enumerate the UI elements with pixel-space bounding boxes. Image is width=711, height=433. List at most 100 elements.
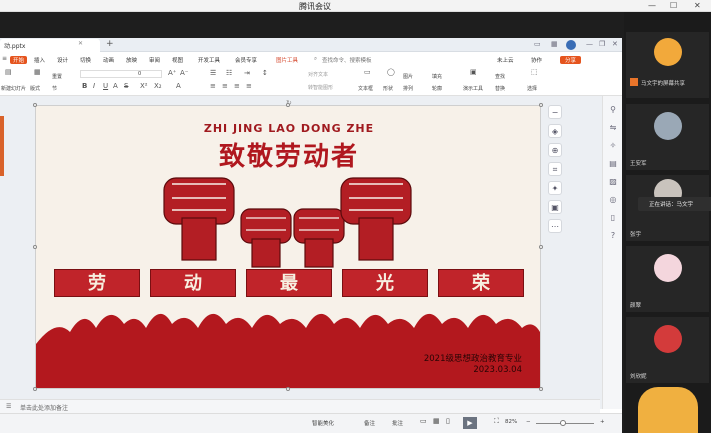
apps-grid-icon[interactable]: ▦: [551, 40, 558, 48]
pin-icon[interactable]: ⚲: [603, 105, 623, 114]
layout-switch-icon[interactable]: ▭: [534, 40, 541, 48]
tab-insert[interactable]: 插入: [34, 56, 45, 64]
underline-icon[interactable]: U: [103, 82, 108, 90]
shape-icon[interactable]: ◯: [387, 68, 395, 76]
arrange-button[interactable]: 排列: [403, 85, 413, 92]
font-size-value[interactable]: 0: [138, 71, 141, 77]
location-icon[interactable]: ◎: [603, 195, 623, 204]
new-tab-icon[interactable]: +: [106, 39, 114, 49]
selection-handle[interactable]: [539, 387, 543, 391]
text-effect-icon[interactable]: A: [176, 82, 181, 90]
collapse-icon[interactable]: −: [548, 105, 562, 119]
slide-thumbnail-current[interactable]: [0, 116, 4, 176]
share-button[interactable]: 分享: [560, 56, 582, 64]
fill-button[interactable]: 填充: [432, 73, 442, 80]
participant-tile[interactable]: 颜翠: [626, 246, 709, 312]
adjust-icon[interactable]: ⇋: [603, 123, 623, 132]
magic-icon[interactable]: ✧: [603, 141, 623, 150]
justify-icon[interactable]: ≡: [246, 82, 252, 90]
subscript-icon[interactable]: X₂: [154, 82, 162, 90]
file-tab[interactable]: 动.pptx ✕: [0, 39, 100, 52]
cloud-status[interactable]: 未上云: [497, 56, 514, 64]
tab-view[interactable]: 视图: [172, 56, 183, 64]
zoom-icon[interactable]: ⊕: [548, 143, 562, 157]
selection-handle[interactable]: [33, 387, 37, 391]
fit-icon[interactable]: ⛶: [494, 417, 499, 426]
layers-icon[interactable]: ◈: [548, 124, 562, 138]
menu-icon[interactable]: ≡: [2, 55, 7, 62]
replace-button[interactable]: 替换: [495, 85, 505, 92]
image-icon[interactable]: ▨: [603, 177, 623, 186]
crop-icon[interactable]: ⌗: [548, 162, 562, 176]
numbering-icon[interactable]: ☷: [226, 69, 232, 77]
layout-icon[interactable]: ▦: [34, 68, 41, 76]
line-spacing-icon[interactable]: ↕: [262, 69, 268, 77]
participant-tile[interactable]: 马文宇的屏幕共享: [626, 32, 709, 98]
align-text-button[interactable]: 对齐文本: [308, 71, 328, 78]
tab-developer[interactable]: 开发工具: [198, 56, 220, 64]
font-family-select[interactable]: [80, 70, 162, 78]
zoom-in-icon[interactable]: +: [600, 419, 605, 425]
help-icon[interactable]: ?: [603, 231, 623, 240]
reading-view-icon[interactable]: ▯: [446, 417, 450, 425]
align-center-icon[interactable]: ≡: [222, 82, 228, 90]
participant-tile[interactable]: 刘欣妮: [626, 317, 709, 383]
collab-button[interactable]: 协作: [531, 56, 542, 64]
notes-toggle-button[interactable]: 备注: [364, 419, 375, 427]
select-button[interactable]: 选择: [527, 85, 537, 92]
participant-tile[interactable]: 王安军: [626, 104, 709, 170]
reset-button[interactable]: 重置: [52, 73, 62, 80]
layout-button[interactable]: 版式: [30, 85, 40, 92]
restore-icon[interactable]: ❐: [599, 40, 605, 48]
tab-slideshow[interactable]: 放映: [126, 56, 137, 64]
tab-review[interactable]: 审阅: [149, 56, 160, 64]
find-button[interactable]: 查找: [495, 73, 505, 80]
picture-button[interactable]: 图片: [403, 73, 413, 80]
to-smartart-button[interactable]: 转智能图形: [308, 84, 333, 91]
minimize-window-icon[interactable]: —: [648, 1, 656, 10]
notes-pane[interactable]: ☰ 单击此处添加备注: [0, 399, 600, 413]
normal-view-icon[interactable]: ▭: [420, 417, 427, 425]
tab-picture-tools[interactable]: 图片工具: [276, 56, 298, 64]
idea-icon[interactable]: ✦: [548, 181, 562, 195]
text-box-button[interactable]: 文本框: [358, 85, 373, 92]
tab-member[interactable]: 会员专享: [235, 56, 257, 64]
align-right-icon[interactable]: ≡: [234, 82, 240, 90]
slide-canvas[interactable]: ZHI JING LAO DONG ZHE 致敬劳动者 劳 动 最 光 荣 20…: [35, 105, 541, 389]
selection-handle[interactable]: [539, 103, 543, 107]
selection-handle[interactable]: [539, 245, 543, 249]
selection-handle[interactable]: [33, 245, 37, 249]
close-tab-icon[interactable]: ✕: [78, 40, 83, 47]
tab-animation[interactable]: 动画: [103, 56, 114, 64]
select-icon[interactable]: ⬚: [531, 68, 538, 76]
presenter-icon[interactable]: ▣: [470, 68, 477, 76]
strikethrough-icon[interactable]: S: [124, 82, 128, 90]
section-button[interactable]: 节: [52, 85, 57, 92]
bullets-icon[interactable]: ☰: [210, 69, 216, 77]
picture-edit-icon[interactable]: ▣: [548, 200, 562, 214]
comments-button[interactable]: 批注: [392, 419, 403, 427]
close-window-icon[interactable]: ✕: [694, 1, 701, 10]
selection-handle[interactable]: [33, 103, 37, 107]
play-icon[interactable]: ▶: [463, 417, 477, 429]
outline-button[interactable]: 轮廓: [432, 85, 442, 92]
selection-handle[interactable]: [286, 103, 290, 107]
tab-home[interactable]: 开始: [10, 56, 28, 64]
indent-icon[interactable]: ⇥: [244, 69, 250, 77]
tab-transition[interactable]: 切换: [80, 56, 91, 64]
more-icon[interactable]: ⋯: [548, 219, 562, 233]
text-box-icon[interactable]: ▭: [364, 68, 371, 76]
close-icon[interactable]: ✕: [612, 40, 618, 48]
font-shrink-icon[interactable]: A⁻: [180, 69, 188, 77]
search-icon[interactable]: ⌕: [314, 56, 317, 63]
new-slide-button[interactable]: 新建幻灯片: [1, 85, 26, 92]
command-search[interactable]: 查找命令、搜索模板: [322, 56, 372, 64]
sorter-view-icon[interactable]: ▦: [433, 417, 440, 425]
smart-beautify-button[interactable]: 智能美化: [312, 419, 334, 427]
tab-design[interactable]: 设计: [57, 56, 68, 64]
align-left-icon[interactable]: ≡: [210, 82, 216, 90]
bold-icon[interactable]: B: [82, 82, 87, 90]
minimize-icon[interactable]: —: [586, 40, 593, 48]
user-avatar[interactable]: [566, 40, 576, 50]
selection-handle[interactable]: [286, 387, 290, 391]
